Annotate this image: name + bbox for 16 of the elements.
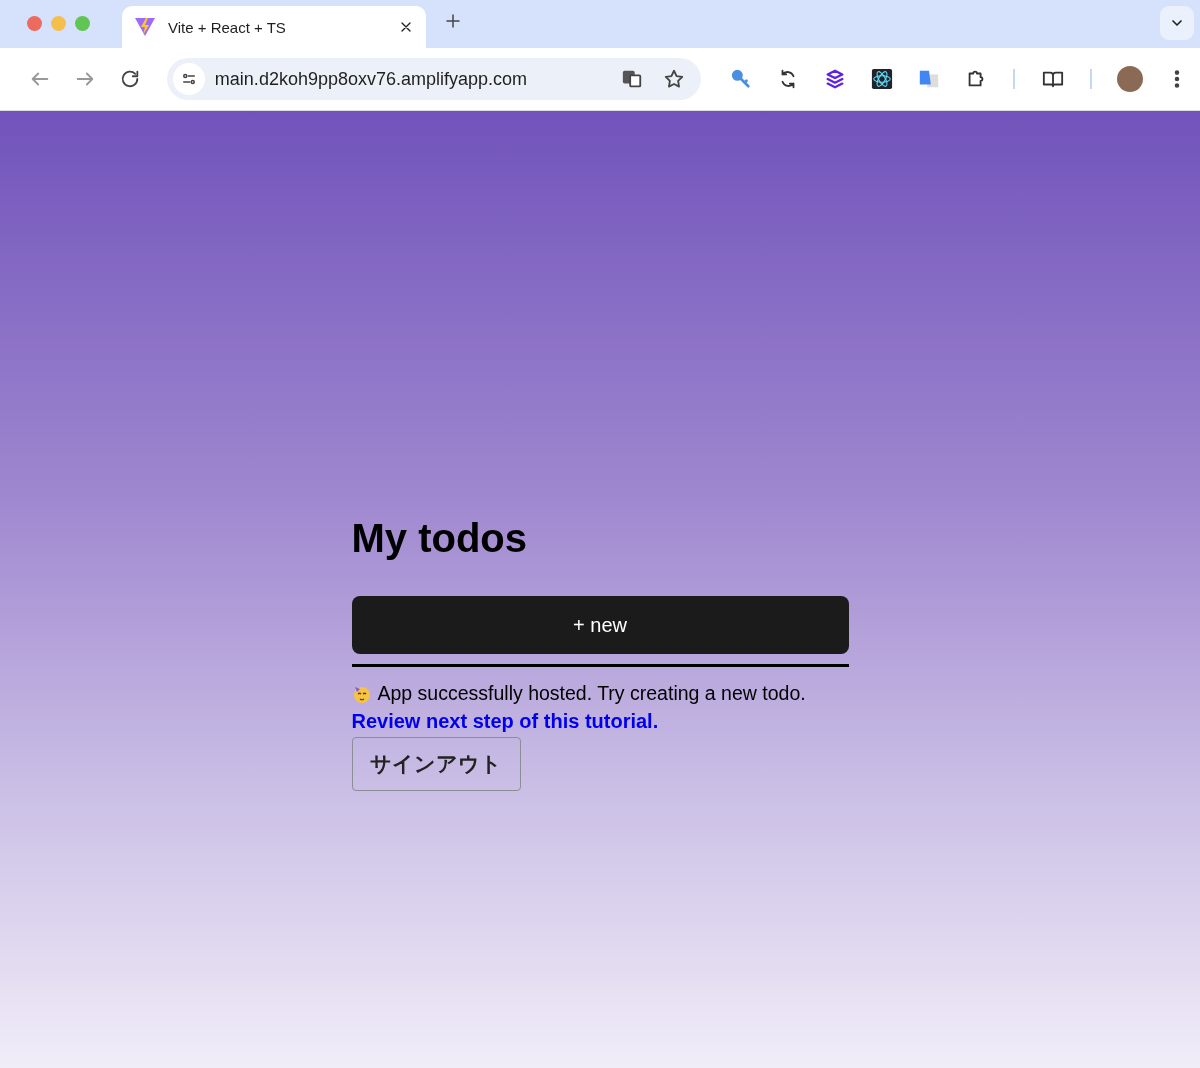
url-text: main.d2koh9pp8oxv76.amplifyapp.com (214, 68, 529, 90)
tutorial-link[interactable]: Review next step of this tutorial. (351, 710, 659, 733)
new-todo-button[interactable]: + new (351, 596, 849, 654)
page-heading: My todos (351, 516, 528, 560)
address-bar[interactable]: main.d2koh9pp8oxv76.amplifyapp.com (166, 58, 701, 100)
success-message: App successfully hosted. Try creating a new todo. (377, 682, 806, 705)
tab-title: Vite + React + TS (168, 18, 287, 36)
profile-avatar[interactable] (1116, 66, 1143, 92)
lightning-logo-icon (134, 17, 156, 37)
plus-icon[interactable] (444, 12, 462, 30)
sign-out-button[interactable]: サインアウト (351, 737, 521, 791)
star-icon[interactable] (663, 68, 685, 90)
atom-icon[interactable] (870, 68, 893, 90)
browser-tab[interactable]: Vite + React + TS (122, 6, 426, 48)
tab-search-button[interactable] (1160, 6, 1194, 40)
key-icon[interactable] (729, 68, 752, 90)
